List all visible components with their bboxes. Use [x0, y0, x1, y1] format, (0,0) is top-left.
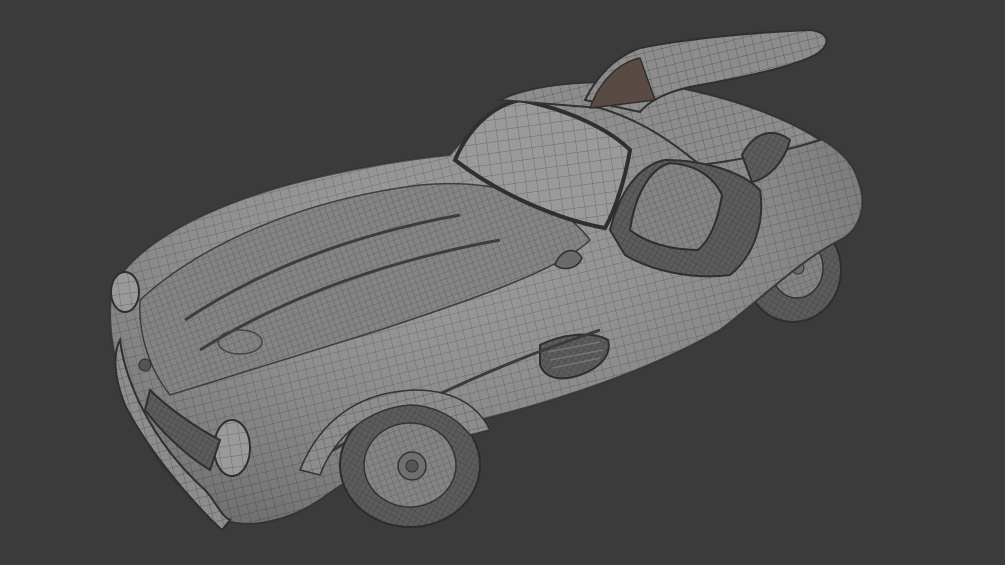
3d-viewport[interactable] — [0, 0, 1005, 565]
car-wireframe-render — [109, 28, 864, 532]
